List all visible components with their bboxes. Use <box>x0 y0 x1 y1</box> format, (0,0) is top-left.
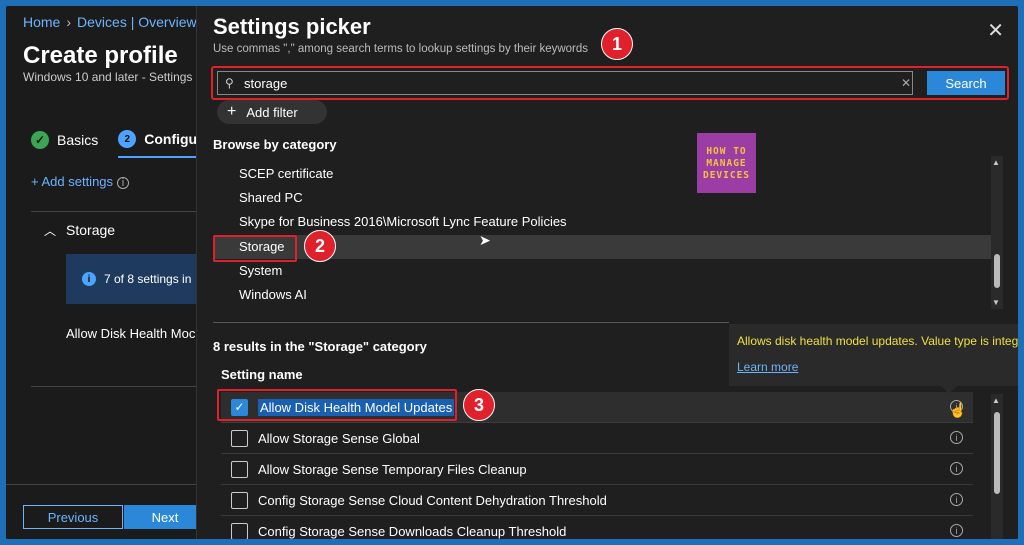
checkbox[interactable] <box>231 522 248 539</box>
step-basics[interactable]: ✓ Basics <box>31 122 98 158</box>
result-row[interactable]: Config Storage Sense Cloud Content Dehyd… <box>221 485 973 516</box>
close-icon[interactable]: ✕ <box>987 18 1004 43</box>
checkbox[interactable] <box>231 429 248 447</box>
clear-icon[interactable]: ✕ <box>901 76 911 90</box>
search-input[interactable] <box>217 71 913 95</box>
search-icon: ⚲ <box>225 76 234 90</box>
wizard-steps: ✓ Basics 2 Configu <box>31 122 198 158</box>
breadcrumb: Home › Devices | Overview <box>23 14 197 30</box>
previous-button[interactable]: Previous <box>23 505 123 529</box>
logo-text: DEVICES <box>702 169 751 181</box>
mouse-pointer-icon: ➤ <box>479 232 491 248</box>
scrollbar-thumb[interactable] <box>994 254 1000 288</box>
result-row[interactable]: Allow Storage Sense Temporary Files Clea… <box>221 454 973 485</box>
info-icon: i <box>117 177 130 189</box>
tooltip-caret <box>941 386 957 394</box>
add-settings-link[interactable]: + Add settings i <box>31 174 130 189</box>
scroll-up-icon[interactable]: ▲ <box>992 396 1000 405</box>
result-label: Allow Storage Sense Temporary Files Clea… <box>258 461 527 477</box>
category-item[interactable]: SCEP certificate <box>215 162 991 186</box>
page-subtitle: Windows 10 and later - Settings <box>23 70 193 84</box>
result-row[interactable]: Config Storage Sense Downloads Cleanup T… <box>221 516 973 539</box>
category-list: SCEP certificate Shared PC Skype for Bus… <box>215 156 991 309</box>
create-profile-page: Home › Devices | Overview Create profile W… <box>6 6 206 539</box>
browse-by-category-title: Browse by category <box>213 137 337 152</box>
column-header-setting-name[interactable]: Setting name <box>221 367 303 382</box>
category-item[interactable]: Shared PC <box>215 186 991 210</box>
screenshot-frame: Home › Devices | Overview Create profile W… <box>6 6 1018 539</box>
settings-picker-panel: Settings picker Use commas "," among sea… <box>196 6 1018 539</box>
result-label: Allow Storage Sense Global <box>258 430 420 446</box>
info-banner-text: 7 of 8 settings in <box>104 272 192 286</box>
category-item[interactable]: Windows AI <box>215 283 991 307</box>
search-highlight-box: ⚲ ✕ Search <box>211 66 1009 100</box>
result-highlight-box <box>217 389 457 421</box>
storage-highlight-box <box>213 235 297 262</box>
result-row[interactable]: Allow Storage Sense Global i <box>221 423 973 454</box>
step-configuration-label: Configu <box>144 131 198 147</box>
results-scrollbar[interactable]: ▲ <box>991 394 1003 539</box>
storage-section-label: Storage <box>66 222 116 238</box>
scroll-down-icon[interactable]: ▼ <box>992 298 1000 307</box>
checkbox[interactable] <box>231 460 248 478</box>
logo-text: HOW TO <box>706 145 747 157</box>
info-icon[interactable]: i <box>950 462 963 475</box>
scrollbar-thumb[interactable] <box>994 412 1000 494</box>
results-title: 8 results in the "Storage" category <box>213 339 427 354</box>
info-icon[interactable]: i <box>950 431 963 444</box>
step-number: 2 <box>118 130 137 148</box>
next-button[interactable]: Next <box>124 505 206 529</box>
category-scrollbar[interactable]: ▲ ▼ <box>991 156 1003 309</box>
category-item[interactable]: System <box>215 259 991 283</box>
chevron-up-icon: ︿ <box>44 224 57 238</box>
info-icon[interactable]: i <box>950 524 963 537</box>
add-filter-button[interactable]: + Add filter <box>217 100 327 124</box>
search-button[interactable]: Search <box>927 71 1005 95</box>
panel-subtitle: Use commas "," among search terms to loo… <box>213 43 589 55</box>
checkbox[interactable] <box>231 491 248 509</box>
hand-pointer-icon: ☝ <box>949 402 967 418</box>
info-icon: i <box>82 272 96 286</box>
panel-title: Settings picker <box>213 14 371 39</box>
annotation-badge: 1 <box>601 28 633 60</box>
info-icon[interactable]: i <box>950 493 963 506</box>
tooltip-text: Allows disk health model updates. Value … <box>737 334 1018 348</box>
divider <box>31 386 206 387</box>
result-label: Config Storage Sense Downloads Cleanup T… <box>258 523 567 539</box>
plus-icon: + <box>227 103 237 120</box>
add-filter-label: Add filter <box>246 104 298 120</box>
info-banner: i 7 of 8 settings in <box>66 254 206 304</box>
tooltip: Allows disk health model updates. Value … <box>729 324 1018 394</box>
checkmark-icon: ✓ <box>31 131 49 149</box>
how-to-manage-devices-logo: HOW TO MANAGE DEVICES <box>697 133 756 193</box>
scroll-up-icon[interactable]: ▲ <box>992 158 1000 167</box>
annotation-badge: 2 <box>304 230 336 262</box>
category-item[interactable]: Skype for Business 2016\Microsoft Lync F… <box>215 210 991 234</box>
breadcrumb-devices[interactable]: Devices | Overview <box>77 14 197 30</box>
divider <box>6 484 206 485</box>
result-label: Config Storage Sense Cloud Content Dehyd… <box>258 492 607 508</box>
learn-more-link[interactable]: Learn more <box>737 360 1011 374</box>
page-title: Create profile <box>23 42 178 69</box>
step-basics-label: Basics <box>57 132 99 148</box>
annotation-badge: 3 <box>463 389 495 421</box>
add-settings-label: + Add settings <box>31 174 114 189</box>
setting-label: Allow Disk Health Moc <box>66 326 196 341</box>
breadcrumb-home[interactable]: Home <box>23 14 60 30</box>
step-configuration[interactable]: 2 Configu <box>118 130 198 158</box>
storage-section-header[interactable]: ︿ Storage <box>44 222 115 239</box>
logo-text: MANAGE <box>706 157 747 169</box>
divider <box>213 322 729 323</box>
chevron-right-icon: › <box>66 14 72 30</box>
divider <box>31 211 206 212</box>
